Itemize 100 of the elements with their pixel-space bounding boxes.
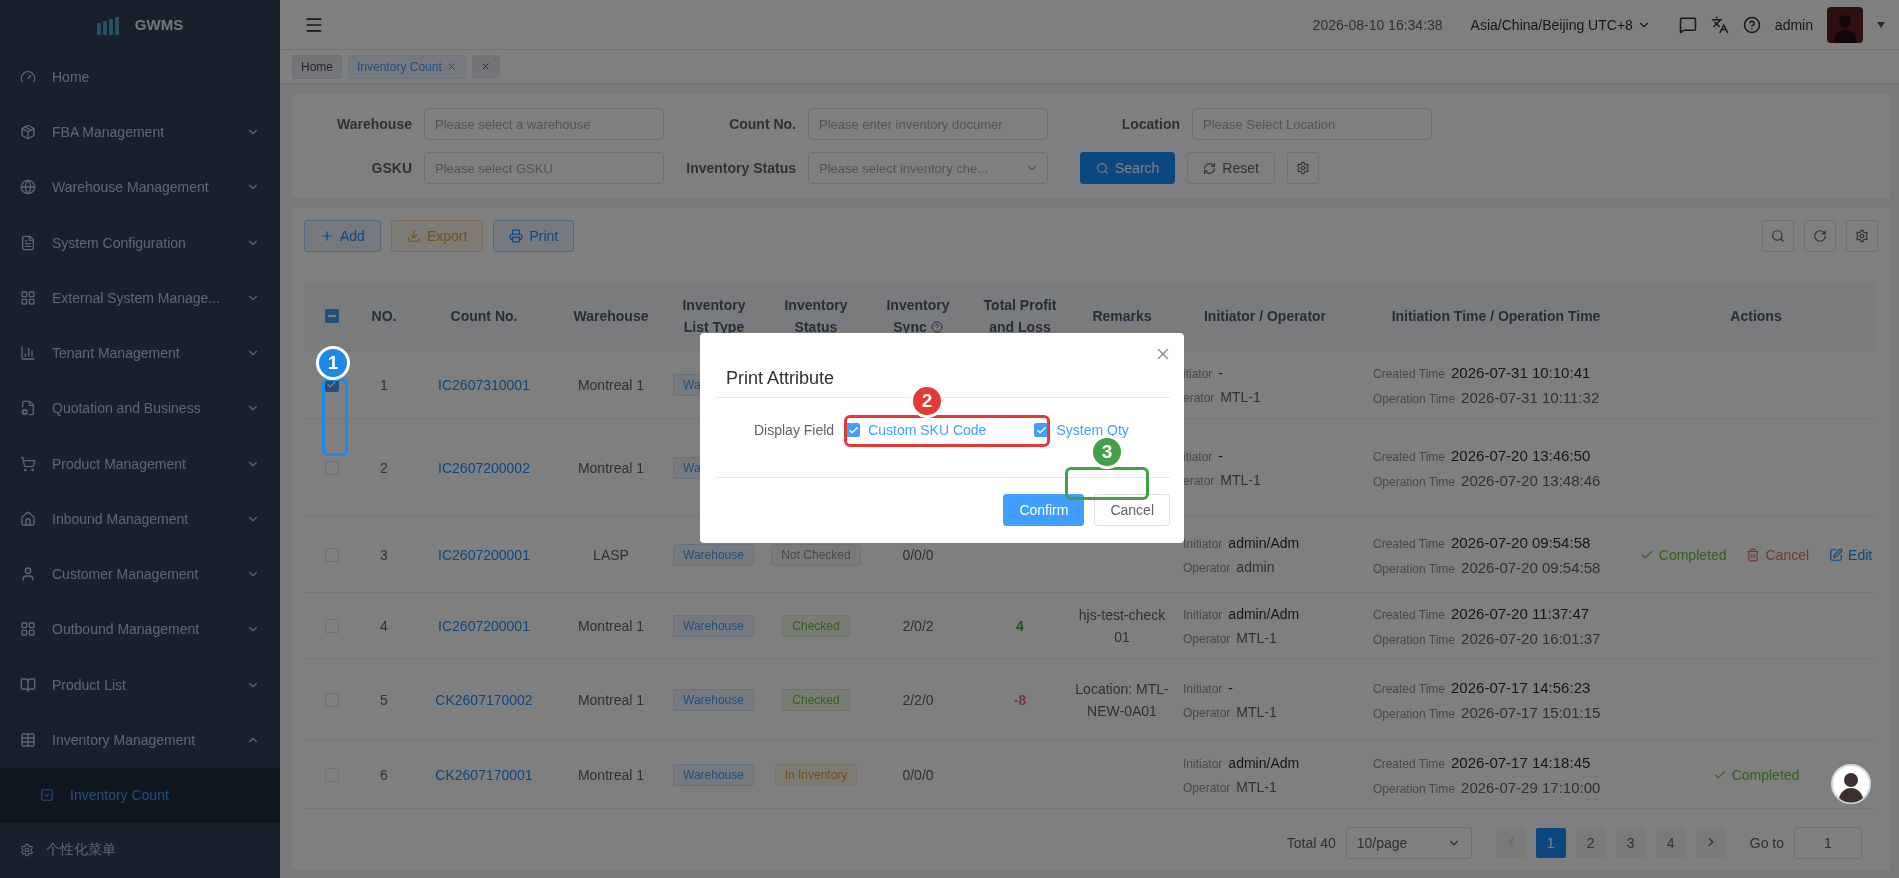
sidebar-subitem[interactable]: Inventory Count: [0, 767, 280, 823]
reset-button[interactable]: Reset: [1187, 152, 1275, 184]
remarks-text: hjs-test-check01: [1077, 605, 1167, 647]
settings-button[interactable]: [1846, 220, 1878, 252]
created-time: 2026-07-20 09:54:58: [1451, 533, 1591, 551]
table-cell: LASP: [593, 546, 629, 563]
avatar[interactable]: [1827, 6, 1863, 43]
sidebar-item[interactable]: Product List: [0, 657, 280, 713]
column-header: Actions: [1730, 307, 1782, 326]
operation-time: 2026-07-20 09:54:58: [1461, 558, 1601, 576]
operation-time: 2026-07-31 10:11:32: [1461, 388, 1600, 406]
page-number-field[interactable]: 1: [1794, 827, 1862, 859]
sidebar-item[interactable]: Quotation and Business: [0, 380, 280, 437]
sidebar-item[interactable]: Tenant Management: [0, 325, 280, 381]
close-icon[interactable]: [445, 61, 457, 72]
print-button[interactable]: Print: [493, 220, 575, 252]
filter-label: Inventory Status: [685, 160, 796, 176]
add-button[interactable]: Add: [304, 220, 381, 252]
printer-icon: [509, 229, 524, 243]
operation-time: 2026-07-20 13:48:46: [1461, 471, 1601, 489]
page-button[interactable]: 1: [1535, 828, 1566, 858]
edit-link[interactable]: Edit: [1829, 546, 1873, 563]
check-icon: [326, 379, 337, 390]
sidebar-item[interactable]: Product Management: [0, 436, 280, 492]
filter-label: GSKU: [370, 160, 412, 176]
initiator-value: -: [1218, 364, 1223, 381]
operator-value: MTL-1: [1220, 471, 1261, 488]
profit-value: -8: [1013, 691, 1027, 708]
confirm-button[interactable]: Confirm: [1003, 494, 1085, 526]
page-tab[interactable]: Inventory Count: [348, 54, 466, 79]
complete-link[interactable]: Completed: [1712, 766, 1800, 783]
sidebar-item[interactable]: External System Manage...: [0, 270, 280, 326]
search-icon: [1771, 229, 1785, 243]
sidebar-item[interactable]: Inbound Management: [0, 491, 280, 547]
timezone-select[interactable]: Asia/China/Beijing UTC+8: [1470, 16, 1651, 33]
download-icon: [406, 229, 421, 243]
date-time: 2026-08-10 16:34:38: [1312, 16, 1443, 33]
checkbox[interactable]: [1034, 423, 1049, 437]
column-header: Inventory Status: [783, 296, 849, 337]
sidebar-item[interactable]: Home: [0, 49, 280, 105]
settings-icon: [20, 843, 34, 858]
count-number-link[interactable]: CK2607170002: [435, 691, 533, 708]
sidebar-item[interactable]: System Configuration: [0, 215, 280, 271]
operation-time: 2026-07-17 15:01:15: [1461, 703, 1601, 721]
count-number-link[interactable]: CK2607170001: [435, 766, 533, 783]
sidebar-item[interactable]: Inventory Management: [0, 712, 280, 768]
close-icon: [480, 61, 492, 72]
message-icon[interactable]: [1678, 15, 1697, 34]
table-cell: 0/0/0: [902, 546, 934, 563]
settings-button[interactable]: [1286, 152, 1319, 184]
column-header: Initiator / Operator: [1203, 307, 1327, 326]
dialog-title: Print Attribute: [726, 368, 835, 389]
select-all-checkbox[interactable]: [324, 309, 339, 323]
initiator-value: -: [1218, 447, 1223, 464]
refresh-button[interactable]: [1804, 220, 1836, 252]
field-option[interactable]: Custom SKU Code: [846, 422, 987, 438]
caret-icon[interactable]: [1877, 21, 1885, 28]
user-name[interactable]: admin: [1774, 16, 1813, 33]
help-icon: [930, 321, 943, 333]
count-number-link[interactable]: IC2607310001: [438, 376, 530, 393]
page-button[interactable]: 3: [1615, 828, 1646, 858]
table-cell: 0/0/0: [902, 766, 934, 783]
export-button[interactable]: Export: [390, 220, 484, 252]
operator-value: MTL-1: [1236, 778, 1277, 795]
created-time: 2026-07-20 11:37:47: [1451, 604, 1590, 622]
table-cell: 2: [380, 459, 388, 476]
column-header: Initiation Time / Operation Time: [1391, 307, 1601, 326]
operation-time: 2026-07-29 17:10:00: [1461, 778, 1601, 796]
translate-icon[interactable]: [1710, 15, 1729, 34]
checkbox-icon: [40, 788, 54, 803]
created-time: 2026-07-17 14:56:23: [1451, 678, 1591, 696]
operator-value: MTL-1: [1236, 629, 1277, 646]
count-number-link[interactable]: IC2607200001: [438, 617, 530, 634]
table-cell: Montreal 1: [577, 766, 645, 783]
table-cell: 3: [380, 546, 388, 563]
count-number-link[interactable]: IC2607200002: [438, 459, 530, 476]
assistant-avatar[interactable]: [1831, 764, 1871, 804]
sidebar-item[interactable]: FBA Management: [0, 104, 280, 160]
sidebar-item[interactable]: Outbound Management: [0, 601, 280, 658]
operator-value: MTL-1: [1236, 703, 1277, 720]
page-button[interactable]: 4: [1655, 828, 1686, 858]
complete-link[interactable]: Completed: [1639, 546, 1727, 563]
profit-value: 4: [1016, 617, 1024, 634]
search-button[interactable]: [1762, 220, 1794, 252]
page-button[interactable]: 2: [1575, 828, 1606, 858]
page-size-select[interactable]: 10/page: [1345, 827, 1472, 859]
count-number-link[interactable]: IC2607200001: [438, 546, 530, 563]
sidebar-item[interactable]: Customer Management: [0, 546, 280, 602]
help-icon[interactable]: [1742, 15, 1761, 34]
settings-icon: [1855, 229, 1869, 243]
page-tab[interactable]: Home: [292, 54, 342, 79]
table-cell: Montreal 1: [577, 459, 645, 476]
column-header: Total Profit and Loss: [982, 296, 1058, 337]
cancel-link[interactable]: Cancel: [1746, 546, 1810, 563]
column-header: Remarks: [1092, 307, 1152, 326]
field-option[interactable]: System Qty: [1034, 422, 1129, 438]
sidebar-item[interactable]: Warehouse Management: [0, 159, 280, 216]
filter-label: Location: [1120, 116, 1180, 132]
search-icon: [1096, 161, 1109, 175]
search-button[interactable]: Search: [1080, 152, 1176, 184]
